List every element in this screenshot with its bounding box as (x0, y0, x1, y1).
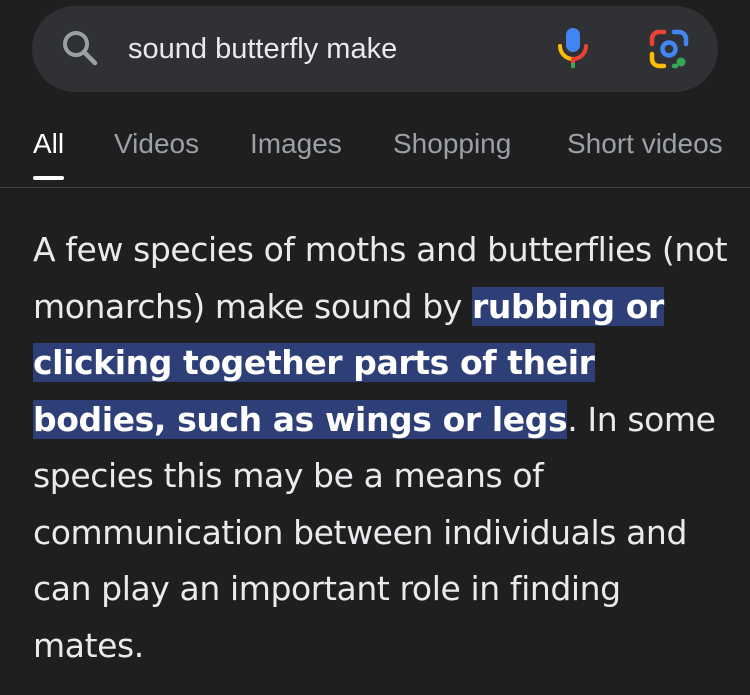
active-tab-indicator (33, 176, 65, 180)
tab-label: Shopping (393, 128, 512, 159)
search-tabs: All Videos Images Shopping Short videos (0, 110, 750, 188)
search-input[interactable] (128, 27, 528, 71)
tab-all[interactable]: All (33, 128, 65, 180)
tab-images[interactable]: Images (250, 128, 342, 160)
tab-label: Short videos (567, 128, 723, 159)
tab-label: Videos (114, 128, 200, 159)
search-bar[interactable] (32, 6, 718, 92)
featured-snippet-text: A few species of moths and butterflies (… (33, 222, 733, 674)
tab-shopping[interactable]: Shopping (393, 128, 511, 160)
microphone-icon[interactable] (556, 26, 590, 70)
tab-videos[interactable]: Videos (114, 128, 199, 160)
search-icon[interactable] (60, 28, 100, 68)
search-results-page: All Videos Images Shopping Short videos … (0, 0, 750, 695)
snippet-text-after: . In some species this may be a means of… (33, 399, 716, 665)
tab-label: All (33, 128, 65, 159)
google-lens-icon[interactable] (648, 28, 690, 70)
tab-short-videos[interactable]: Short videos (567, 128, 723, 160)
tab-label: Images (250, 128, 342, 159)
